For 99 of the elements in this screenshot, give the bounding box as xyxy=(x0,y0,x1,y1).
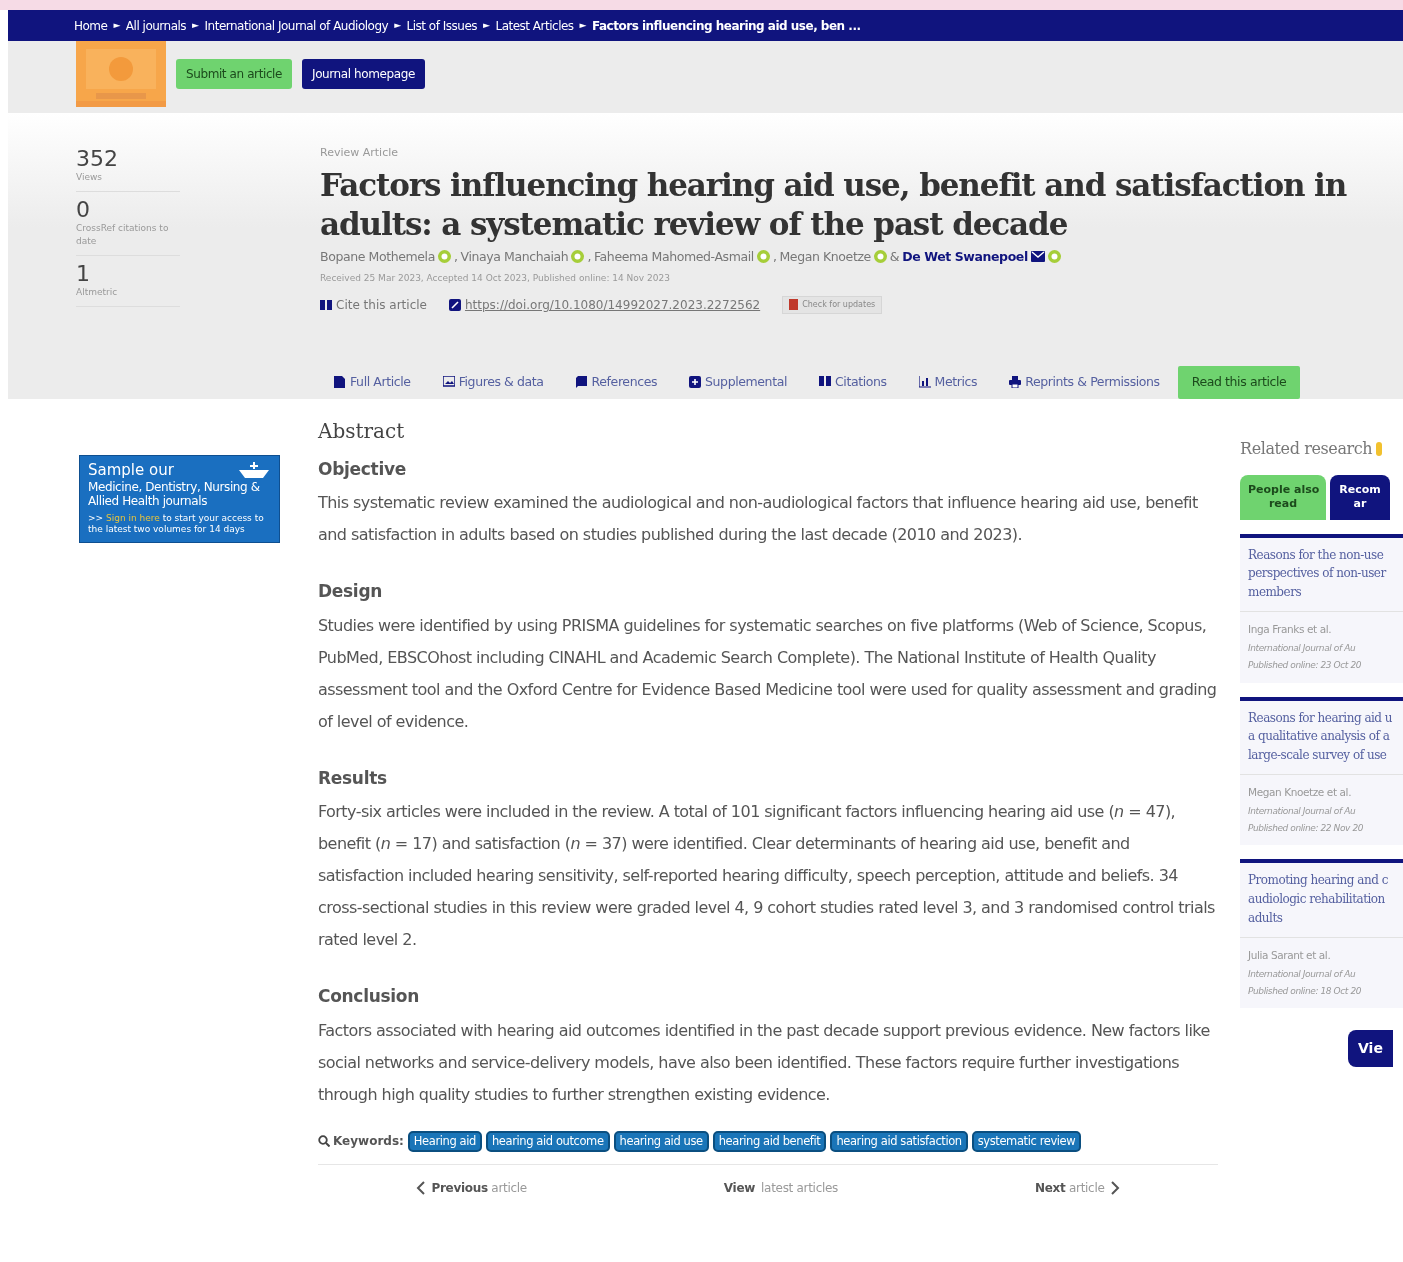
promo-title: Sample our xyxy=(88,462,174,480)
header-button[interactable]: Journal homepage xyxy=(302,59,425,89)
author-link[interactable]: Megan Knoetze xyxy=(779,247,871,267)
article-tab[interactable]: Supplemental xyxy=(689,372,787,392)
author-separator: , xyxy=(587,247,591,266)
breadcrumb-link[interactable]: Latest Articles xyxy=(495,16,574,35)
section-paragraph: Studies were identified by using PRISMA guidelines for systematic searches on five platforms (Web of Science, Scopus, PubMed, EBSCOhost including CINAHL and Academic Search Complete). The National Institute of Health Quality assessment tool and the Oxford Centre for Evidence Based Medicine tool were used for quality assessment and grading of level of evidence. xyxy=(318,614,1218,733)
breadcrumb-link[interactable]: International Journal of Audiology xyxy=(204,16,389,35)
metric-value: 0 xyxy=(76,197,91,222)
orcid-icon xyxy=(437,250,451,264)
author-link[interactable]: Faheema Mahomed-Asmail xyxy=(593,247,754,267)
chevron-left-icon xyxy=(416,1180,426,1195)
search-icon xyxy=(318,1135,330,1148)
separator-glyph: ► xyxy=(579,18,587,32)
image-icon xyxy=(442,376,455,389)
keyword-tag[interactable]: hearing aid benefit xyxy=(712,1130,827,1152)
related-article-link[interactable]: Promoting hearing and c audiologic rehabilitation adults xyxy=(1248,871,1395,928)
related-date: Published online: 18 Oct 20 xyxy=(1248,985,1363,999)
metric-label: Views xyxy=(76,171,104,185)
article-tab[interactable]: References xyxy=(575,372,658,392)
printer-icon xyxy=(1009,376,1022,389)
promo-subtitle: Medicine, Dentistry, Nursing & Allied Health journals xyxy=(88,480,261,509)
section-heading: Objective xyxy=(318,459,407,480)
publication-dates: Received 25 Mar 2023, Accepted 14 Oct 2023, Published online: 14 Nov 2023 xyxy=(320,272,671,286)
section-paragraph: Forty-six articles were included in the review. A total of 101 significant factors influencing hearing aid use (n = 47), benefit (n = 17) and satisfaction (n = 37) were identified. Clear determinants of hearing aid use, benefit and satisfaction included hearing sensitivity, self-reported hearing difficulty, speech perception, attitude and beliefs. 34 cross-sectional studies in this review were graded level 4, 9 cohort studies rated level 3, and 3 randomised control trials rated level 2. xyxy=(318,801,1216,952)
chevron-right-icon xyxy=(1110,1180,1120,1195)
cite-link[interactable]: Cite this article xyxy=(336,295,427,314)
related-authors: Inga Franks et al. xyxy=(1248,622,1333,638)
keyword-tag[interactable]: systematic review xyxy=(971,1130,1082,1152)
book-icon xyxy=(575,376,588,389)
abstract-heading: Abstract xyxy=(318,419,406,443)
article-tab[interactable]: Reprints & Permissions xyxy=(1009,372,1160,392)
link-icon xyxy=(448,298,461,311)
article-tab[interactable]: Metrics xyxy=(918,372,978,392)
envelope-icon xyxy=(1030,251,1045,263)
orcid-icon xyxy=(1047,250,1061,264)
article-title: Factors influencing hearing aid use, benefit and satisfaction in adults: a systematic review of the past decade xyxy=(320,165,1348,244)
check-updates-button[interactable]: Check for updates xyxy=(782,295,883,314)
keyword-tag[interactable]: hearing aid outcome xyxy=(485,1130,610,1152)
separator-glyph: ► xyxy=(483,18,490,32)
orcid-icon xyxy=(873,250,887,264)
author-separator: , xyxy=(772,247,777,266)
section-heading: Design xyxy=(318,581,384,602)
article-tab[interactable]: Citations xyxy=(819,372,887,392)
breadcrumb-link[interactable]: All journals xyxy=(125,16,187,35)
related-date: Published online: 23 Oct 20 xyxy=(1248,659,1363,673)
next-article-link[interactable]: Next article xyxy=(1035,1178,1120,1197)
keyword-tag[interactable]: hearing aid use xyxy=(613,1130,709,1152)
metric-label: Altmetric xyxy=(76,286,119,300)
plus-icon xyxy=(689,376,702,389)
author-link[interactable]: Bopane Mothemela xyxy=(320,247,435,267)
section-paragraph: This systematic review examined the audiological and non-audiological factors that influence hearing aid use, benefit and satisfaction in adults based on studies published during the last decade (2010 and 2023). xyxy=(318,492,1199,547)
doi-link[interactable]: https://doi.org/10.1080/14992027.2023.2272562 xyxy=(464,295,761,314)
keyword-tag[interactable]: hearing aid satisfaction xyxy=(830,1130,968,1152)
breadcrumb-link[interactable]: Home xyxy=(74,16,108,35)
header-button[interactable]: Submit an article xyxy=(176,59,292,89)
metric-label: CrossRef citations to date xyxy=(76,221,170,249)
metric-value: 1 xyxy=(76,261,91,287)
related-heading: Related research xyxy=(1240,438,1373,460)
author-separator: , xyxy=(453,247,458,266)
separator-glyph: ► xyxy=(394,18,401,32)
related-journal: International Journal of Au xyxy=(1248,642,1357,656)
related-tab[interactable]: Recom ar xyxy=(1330,475,1390,520)
keyword-tag[interactable]: Hearing aid xyxy=(407,1130,482,1152)
orcid-icon xyxy=(571,250,585,264)
related-article-link[interactable]: Reasons for the non-use perspectives of non-user members xyxy=(1248,545,1395,602)
view-all-button[interactable]: Vie xyxy=(1348,1030,1393,1068)
related-article-link[interactable]: Reasons for hearing aid u a qualitative analysis of a large-scale survey of use xyxy=(1248,708,1395,765)
breadcrumb-link[interactable]: List of Issues xyxy=(406,16,478,35)
author-link[interactable]: De Wet Swanepoel xyxy=(902,247,1028,267)
promo-banner[interactable]: Sample our Medicine, Dentistry, Nursing & Allied Health journals >> Sign in here to start your access to the latest two volumes for 14 days xyxy=(79,455,280,544)
separator-glyph: ► xyxy=(113,18,120,32)
latest-articles-link[interactable]: View latest articles xyxy=(723,1178,838,1197)
section-heading: Results xyxy=(318,767,388,789)
keywords-label: Keywords: xyxy=(318,1132,404,1151)
separator-glyph: ► xyxy=(192,18,199,32)
related-journal: International Journal of Au xyxy=(1248,968,1357,982)
bowl-icon xyxy=(237,462,271,480)
article-tab[interactable]: Full Article xyxy=(334,372,411,392)
related-date: Published online: 22 Nov 20 xyxy=(1248,822,1365,836)
section-heading: Conclusion xyxy=(318,986,420,1007)
author-link[interactable]: Vinaya Manchaiah xyxy=(460,247,569,267)
related-authors: Julia Sarant et al. xyxy=(1248,948,1332,964)
related-authors: Megan Knoetze et al. xyxy=(1248,785,1353,801)
author-separator: & xyxy=(889,247,900,266)
related-journal: International Journal of Au xyxy=(1248,805,1357,819)
breadcrumb-link[interactable]: Factors influencing hearing aid use, ben ... xyxy=(592,16,861,35)
sign-in-link[interactable]: Sign in here xyxy=(105,512,160,523)
article-tab[interactable]: Figures & data xyxy=(442,372,544,392)
section-paragraph: Factors associated with hearing aid outcomes identified in the past decade support previous evidence. New factors like social networks and service-delivery models, have also been identified. These factors require further investigations through high quality studies to further strengthen existing evidence. xyxy=(318,1019,1211,1106)
article-type: Review Article xyxy=(320,145,400,161)
related-tab[interactable]: People also read xyxy=(1240,475,1326,520)
orcid-icon xyxy=(756,250,770,264)
read-article-button[interactable]: Read this article xyxy=(1177,365,1301,399)
previous-article-link[interactable]: Previous article xyxy=(416,1178,527,1197)
bar-chart-icon xyxy=(918,376,931,389)
metric-value: 352 xyxy=(76,147,119,172)
document-icon xyxy=(334,376,346,389)
promo-text: >> Sign in here to start your access to the latest two volumes for 14 days xyxy=(88,512,265,537)
